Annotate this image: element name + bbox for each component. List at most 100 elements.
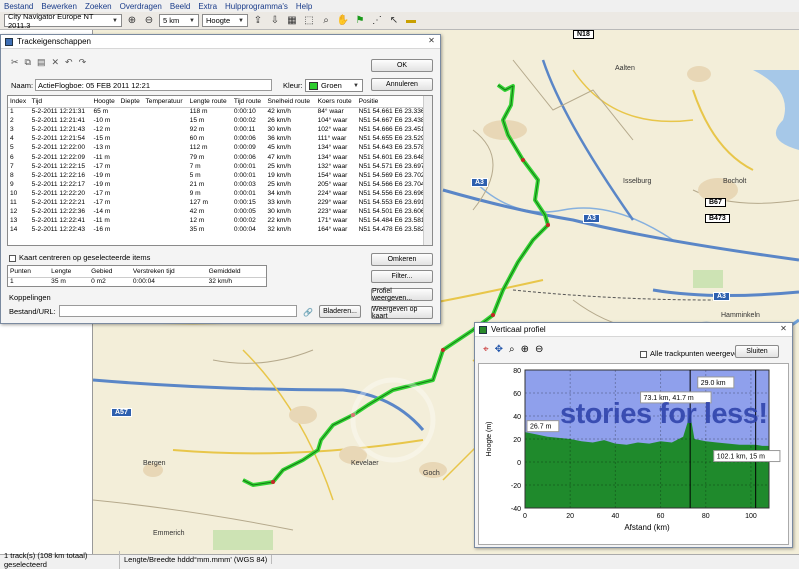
zoom-out-icon[interactable]: ⊖ xyxy=(142,14,156,28)
zoom-in-icon[interactable]: ⊕ xyxy=(125,14,139,28)
send-to-device-icon[interactable]: ⇪ xyxy=(251,14,265,28)
table-row[interactable]: 11 5-2-2011 12:22:21 -17 m 127 m 0:00:15 33 k… xyxy=(8,198,432,207)
show-profile-button[interactable]: Profiel weergeven... xyxy=(371,288,433,302)
table-row[interactable]: 5 5-2-2011 12:22:00 -13 m 112 m 0:00:09 45 km… xyxy=(8,143,432,152)
elevation-select[interactable]: Hoogte ▼ xyxy=(202,14,248,27)
all-points-checkbox[interactable]: Alle trackpunten weergeven xyxy=(640,349,743,358)
table-cell xyxy=(119,180,144,189)
table-row[interactable]: 7 5-2-2011 12:22:15 -17 m 7 m 0:00:01 25 km/h… xyxy=(8,162,432,171)
table-row[interactable]: 14 5-2-2011 12:22:43 -16 m 35 m 0:00:04 32 km… xyxy=(8,225,432,234)
waypoint-tool-icon[interactable]: ⚑ xyxy=(353,14,367,28)
table-cell xyxy=(119,207,144,216)
map-product-select[interactable]: City Navigator Europe NT 2011.3 ▼ xyxy=(4,12,122,30)
redo-icon[interactable]: ↷ xyxy=(79,57,87,68)
filter-button[interactable]: Filter... xyxy=(371,270,433,283)
cut-icon[interactable]: ✂ xyxy=(11,57,19,68)
profile-chart-area[interactable]: -40 -20 0 20 40 60 80 0 20 40 60 80 100 Afstand (km) H… xyxy=(478,363,789,545)
table-cell: 26 km/h xyxy=(267,117,291,125)
zoom-in-icon[interactable]: ⊕ xyxy=(521,344,529,355)
menu-item-beeld[interactable]: Beeld xyxy=(166,2,194,11)
table-cell: -13 m xyxy=(93,144,111,152)
track-points-table[interactable]: Index Tijd Hoogte Diepte Temperatuur Lengte r… xyxy=(7,95,433,246)
column-header[interactable]: Diepte xyxy=(118,96,144,108)
checkbox-box[interactable] xyxy=(640,350,647,358)
ok-button[interactable]: OK xyxy=(371,59,433,72)
table-row[interactable]: 12 5-2-2011 12:22:36 -14 m 42 m 0:00:05 30 km… xyxy=(8,207,432,216)
paste-icon[interactable]: ▤ xyxy=(37,57,46,68)
file-url-field[interactable] xyxy=(59,305,297,317)
table-cell: 5-2-2011 12:22:09 xyxy=(31,153,86,161)
receive-from-device-icon[interactable]: ⇩ xyxy=(268,14,282,28)
column-header[interactable]: Temperatuur xyxy=(143,96,188,108)
table-row[interactable]: 1 5-2-2011 12:21:31 65 m 118 m 0:00:10 42 km/… xyxy=(8,107,432,116)
table-row[interactable]: 4 5-2-2011 12:21:54 -15 m 60 m 0:00:06 36 km/… xyxy=(8,134,432,143)
delete-icon[interactable]: ✕ xyxy=(52,57,60,68)
menu-item-extra[interactable]: Extra xyxy=(194,2,221,11)
center-map-checkbox[interactable]: Kaart centreren op geselecteerde items xyxy=(9,253,150,262)
table-cell xyxy=(119,162,144,171)
cancel-button[interactable]: Annuleren xyxy=(371,78,433,91)
table-cell: 134° waar xyxy=(317,153,348,161)
chevron-down-icon: ▼ xyxy=(353,82,359,89)
table-row[interactable]: 9 5-2-2011 12:22:17 -19 m 21 m 0:00:03 25 km/… xyxy=(8,180,432,189)
route-tool-icon[interactable]: ⋰ xyxy=(370,14,384,28)
column-header[interactable]: Tijd xyxy=(29,96,92,108)
move-icon[interactable]: ✥ xyxy=(495,344,503,355)
name-field[interactable]: ActieFlogboe: 05 FEB 2011 12:21 xyxy=(35,79,272,91)
crosshair-icon[interactable]: ⌖ xyxy=(483,344,489,355)
menu-item-hulpprogramma-s[interactable]: Hulpprogramma's xyxy=(221,2,292,11)
column-header[interactable]: Lengte route xyxy=(187,96,232,108)
column-header[interactable]: Koers route xyxy=(315,96,357,108)
select-tool-icon[interactable]: ⬚ xyxy=(302,14,316,28)
menu-item-help[interactable]: Help xyxy=(292,2,316,11)
table-cell: 8 xyxy=(10,171,14,179)
copy-icon[interactable]: ⧉ xyxy=(25,57,31,68)
table-row[interactable]: 6 5-2-2011 12:22:09 -11 m 79 m 0:00:06 47 km/… xyxy=(8,152,432,161)
x-tick-label: 80 xyxy=(702,513,710,520)
reverse-button[interactable]: Omkeren xyxy=(371,253,433,266)
column-header[interactable]: Positie xyxy=(356,96,432,108)
table-row[interactable]: 3 5-2-2011 12:21:43 -12 m 92 m 0:00:11 30 km/… xyxy=(8,125,432,134)
show-on-map-button[interactable]: Weergeven op kaart xyxy=(371,306,433,320)
pointer-icon[interactable]: ↖ xyxy=(387,14,401,28)
column-header[interactable]: Index xyxy=(8,96,30,108)
vertical-scrollbar[interactable] xyxy=(423,96,432,245)
menu-item-bewerken[interactable]: Bewerken xyxy=(37,2,81,11)
color-select[interactable]: Groen ▼ xyxy=(305,79,363,92)
table-row[interactable]: 2 5-2-2011 12:21:41 -10 m 15 m 0:00:02 26 km/… xyxy=(8,116,432,125)
y-tick-label: 60 xyxy=(513,391,521,398)
menu-item-overdragen[interactable]: Overdragen xyxy=(116,2,166,11)
table-cell xyxy=(144,107,188,116)
table-row[interactable]: 13 5-2-2011 12:22:41 -11 m 12 m 0:00:02 22 km… xyxy=(8,216,432,225)
browse-button[interactable]: Bladeren... xyxy=(319,305,361,318)
table-cell: -17 m xyxy=(93,162,111,170)
zoom-out-icon[interactable]: ⊖ xyxy=(535,344,543,355)
summary-table: Punten Lengte Gebied Verstreken tijd Gemidde… xyxy=(7,265,267,287)
table-cell: N51 54.661 E6 23.336 xyxy=(358,108,425,116)
table-row[interactable]: 10 5-2-2011 12:22:20 -17 m 9 m 0:00:01 34 km/… xyxy=(8,189,432,198)
table-cell: 42 km/h xyxy=(267,108,291,116)
column-header[interactable]: Snelheid route xyxy=(265,96,316,108)
undo-icon[interactable]: ↶ xyxy=(65,57,73,68)
map-view-icon[interactable]: ▦ xyxy=(285,14,299,28)
table-cell: 205° waar xyxy=(317,180,348,188)
menu-item-bestand[interactable]: Bestand xyxy=(0,2,37,11)
zoom-tool-icon[interactable]: ⌕ xyxy=(319,14,333,28)
profile-title: Verticaal profiel xyxy=(491,325,546,334)
track-icon xyxy=(5,37,13,46)
zoom-scale-select[interactable]: 5 km ▼ xyxy=(159,14,199,27)
menu-item-zoeken[interactable]: Zoeken xyxy=(81,2,116,11)
road-shield: A57 xyxy=(111,408,132,417)
close-profile-button[interactable]: Sluiten xyxy=(735,345,779,358)
close-icon[interactable]: ✕ xyxy=(426,36,437,46)
column-header[interactable]: Hoogte xyxy=(91,96,119,108)
hand-tool-icon[interactable]: ✋ xyxy=(336,14,350,28)
column-header[interactable]: Tijd route xyxy=(231,96,266,108)
checkbox-box[interactable] xyxy=(9,254,16,262)
measure-tool-icon[interactable]: ▬ xyxy=(404,14,418,28)
table-row[interactable]: 8 5-2-2011 12:22:16 -19 m 5 m 0:00:01 19 km/h… xyxy=(8,171,432,180)
zoom-select-icon[interactable]: ⌕ xyxy=(509,344,515,355)
table-cell: 33 km/h xyxy=(267,198,291,206)
close-icon[interactable]: ✕ xyxy=(778,324,789,334)
link-icon[interactable]: 🔗 xyxy=(301,305,315,319)
